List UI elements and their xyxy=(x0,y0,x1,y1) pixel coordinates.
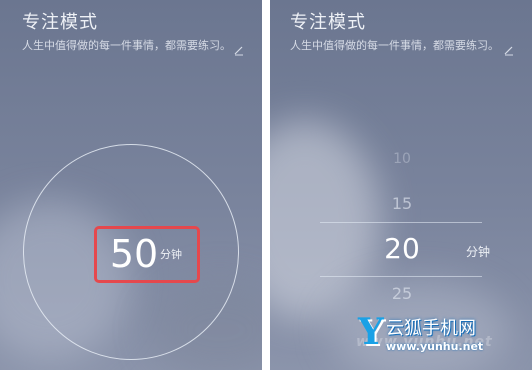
page-title: 专注模式 xyxy=(290,12,366,33)
watermark-url: www.yunhu.net xyxy=(386,340,484,353)
picker-option-selected[interactable]: 20 xyxy=(378,232,426,265)
watermark: www.yunhu.net Y 云狐手机网 www.yunhu.net xyxy=(348,310,532,370)
focus-mode-screen-timer: 专注模式 人生中值得做的每一件事情，都需要练习。 50 分钟 xyxy=(0,0,262,370)
page-title: 专注模式 xyxy=(22,12,98,33)
picker-option[interactable]: 10 xyxy=(378,151,426,167)
pencil-icon[interactable] xyxy=(232,44,246,58)
highlight-annotation-box xyxy=(94,226,200,283)
picker-divider xyxy=(320,276,482,277)
pencil-icon[interactable] xyxy=(502,44,516,58)
picker-option[interactable]: 15 xyxy=(378,194,426,213)
picker-option[interactable]: 25 xyxy=(378,284,426,303)
motto-text: 人生中值得做的每一件事情，都需要练习。 xyxy=(22,39,231,52)
pencil-icon-glyph xyxy=(504,46,513,56)
motto-text: 人生中值得做的每一件事情，都需要练习。 xyxy=(290,39,499,52)
picker-unit-label: 分钟 xyxy=(466,245,491,259)
watermark-site-name: 云狐手机网 xyxy=(386,318,476,339)
pencil-icon-glyph xyxy=(234,46,243,56)
picker-divider xyxy=(320,222,482,223)
